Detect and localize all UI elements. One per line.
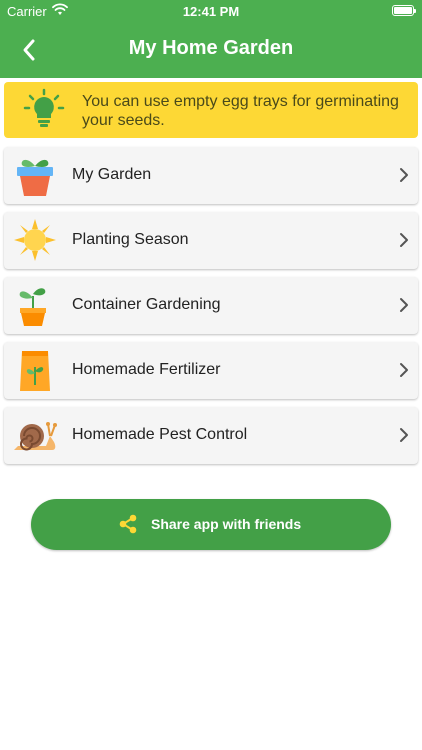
lightbulb-icon	[23, 88, 65, 127]
menu-item-planting-season[interactable]: Planting Season	[4, 212, 418, 269]
menu-item-my-garden[interactable]: My Garden	[4, 147, 418, 204]
status-bar: Carrier 12:41 PM	[0, 0, 422, 22]
tip-banner: You can use empty egg trays for germinat…	[4, 82, 418, 138]
page-title: My Home Garden	[128, 37, 294, 59]
menu-item-label: My Garden	[72, 166, 152, 183]
chevron-right-icon	[400, 363, 408, 377]
menu-item-container-gardening[interactable]: Container Gardening	[4, 277, 418, 334]
menu-item-label: Homemade Pest Control	[72, 426, 248, 443]
sprout-icon	[19, 288, 46, 326]
share-button-label: Share app with friends	[151, 516, 302, 532]
menu-item-label: Homemade Fertilizer	[72, 361, 221, 378]
menu-item-label: Planting Season	[72, 231, 189, 248]
share-icon	[119, 514, 137, 534]
clock: 12:41 PM	[182, 4, 240, 19]
share-app-button[interactable]: Share app with friends	[31, 499, 391, 550]
nav-bar: My Home Garden	[0, 22, 422, 78]
chevron-right-icon	[400, 168, 408, 182]
chevron-right-icon	[400, 233, 408, 247]
tip-text: You can use empty egg trays for germinat…	[82, 93, 399, 129]
chevron-right-icon	[400, 298, 408, 312]
menu-item-label: Container Gardening	[72, 296, 221, 313]
flower-pot-icon	[17, 159, 53, 196]
menu-item-homemade-pest-control[interactable]: Homemade Pest Control	[4, 407, 418, 464]
battery-icon	[392, 5, 416, 16]
snail-icon	[14, 422, 57, 451]
menu-list: My Garden Planting Season Container Gard…	[4, 147, 418, 472]
sun-icon	[14, 219, 56, 261]
menu-item-homemade-fertilizer[interactable]: Homemade Fertilizer	[4, 342, 418, 399]
chevron-right-icon	[400, 428, 408, 442]
fertilizer-bag-icon	[20, 351, 50, 391]
